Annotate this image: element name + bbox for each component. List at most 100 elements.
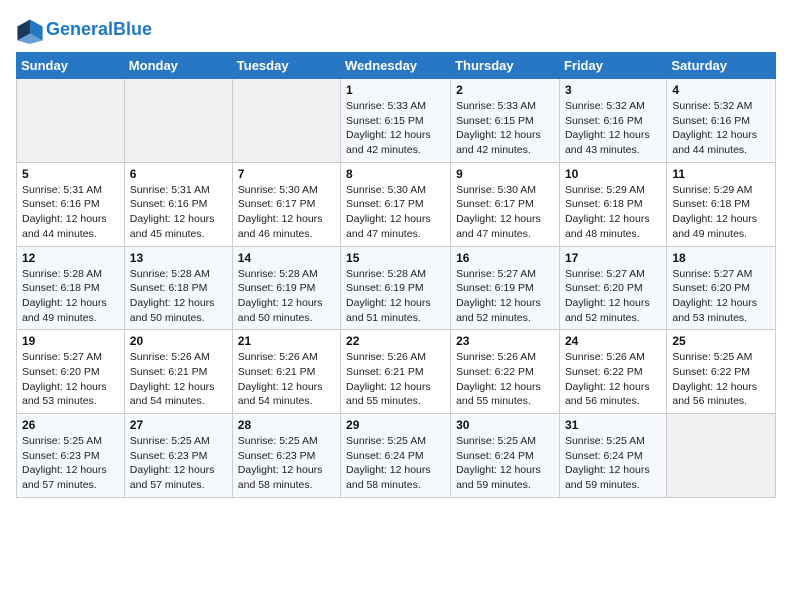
- day-number: 20: [130, 334, 227, 348]
- weekday-header: Sunday: [17, 53, 125, 79]
- calendar-week-row: 12 Sunrise: 5:28 AMSunset: 6:18 PMDayligh…: [17, 246, 776, 330]
- day-number: 17: [565, 251, 661, 265]
- day-number: 3: [565, 83, 661, 97]
- calendar-cell: 16 Sunrise: 5:27 AMSunset: 6:19 PMDayligh…: [451, 246, 560, 330]
- calendar-cell: [124, 79, 232, 163]
- day-info: Sunrise: 5:31 AMSunset: 6:16 PMDaylight:…: [22, 183, 119, 242]
- calendar-cell: 27 Sunrise: 5:25 AMSunset: 6:23 PMDayligh…: [124, 414, 232, 498]
- day-number: 31: [565, 418, 661, 432]
- day-number: 4: [672, 83, 770, 97]
- day-number: 12: [22, 251, 119, 265]
- day-info: Sunrise: 5:27 AMSunset: 6:20 PMDaylight:…: [672, 267, 770, 326]
- calendar-cell: 20 Sunrise: 5:26 AMSunset: 6:21 PMDayligh…: [124, 330, 232, 414]
- header-row: SundayMondayTuesdayWednesdayThursdayFrid…: [17, 53, 776, 79]
- calendar-cell: 21Sunrise: 5:26 AMSunset: 6:21 PMDayligh…: [232, 330, 340, 414]
- calendar-cell: 28 Sunrise: 5:25 AMSunset: 6:23 PMDayligh…: [232, 414, 340, 498]
- day-info: Sunrise: 5:33 AMSunset: 6:15 PMDaylight:…: [346, 99, 445, 158]
- day-info: Sunrise: 5:28 AMSunset: 6:18 PMDaylight:…: [22, 267, 119, 326]
- calendar-header: SundayMondayTuesdayWednesdayThursdayFrid…: [17, 53, 776, 79]
- day-number: 28: [238, 418, 335, 432]
- day-number: 15: [346, 251, 445, 265]
- calendar-cell: 4 Sunrise: 5:32 AMSunset: 6:16 PMDaylight…: [667, 79, 776, 163]
- calendar-cell: 1 Sunrise: 5:33 AMSunset: 6:15 PMDaylight…: [341, 79, 451, 163]
- day-info: Sunrise: 5:26 AMSunset: 6:22 PMDaylight:…: [456, 350, 554, 409]
- page-header: GeneralBlue: [16, 16, 776, 44]
- calendar-cell: [232, 79, 340, 163]
- day-number: 11: [672, 167, 770, 181]
- day-info: Sunrise: 5:28 AMSunset: 6:18 PMDaylight:…: [130, 267, 227, 326]
- logo-general: General: [46, 19, 113, 39]
- calendar-cell: 12 Sunrise: 5:28 AMSunset: 6:18 PMDayligh…: [17, 246, 125, 330]
- logo-text: GeneralBlue: [46, 20, 152, 40]
- day-number: 1: [346, 83, 445, 97]
- weekday-header: Friday: [559, 53, 666, 79]
- day-number: 25: [672, 334, 770, 348]
- day-number: 21: [238, 334, 335, 348]
- calendar-cell: 5 Sunrise: 5:31 AMSunset: 6:16 PMDaylight…: [17, 162, 125, 246]
- calendar-cell: 23 Sunrise: 5:26 AMSunset: 6:22 PMDayligh…: [451, 330, 560, 414]
- day-number: 2: [456, 83, 554, 97]
- day-info: Sunrise: 5:26 AMSunset: 6:22 PMDaylight:…: [565, 350, 661, 409]
- weekday-header: Monday: [124, 53, 232, 79]
- calendar-cell: 22 Sunrise: 5:26 AMSunset: 6:21 PMDayligh…: [341, 330, 451, 414]
- calendar-cell: 24 Sunrise: 5:26 AMSunset: 6:22 PMDayligh…: [559, 330, 666, 414]
- day-info: Sunrise: 5:26 AMSunset: 6:21 PMDaylight:…: [130, 350, 227, 409]
- day-number: 23: [456, 334, 554, 348]
- calendar-cell: 10 Sunrise: 5:29 AMSunset: 6:18 PMDayligh…: [559, 162, 666, 246]
- day-info: Sunrise: 5:33 AMSunset: 6:15 PMDaylight:…: [456, 99, 554, 158]
- day-info: Sunrise: 5:27 AMSunset: 6:20 PMDaylight:…: [565, 267, 661, 326]
- day-info: Sunrise: 5:32 AMSunset: 6:16 PMDaylight:…: [672, 99, 770, 158]
- calendar-cell: [667, 414, 776, 498]
- day-number: 24: [565, 334, 661, 348]
- calendar-cell: 19 Sunrise: 5:27 AMSunset: 6:20 PMDayligh…: [17, 330, 125, 414]
- day-info: Sunrise: 5:25 AMSunset: 6:23 PMDaylight:…: [238, 434, 335, 493]
- day-info: Sunrise: 5:30 AMSunset: 6:17 PMDaylight:…: [238, 183, 335, 242]
- calendar-cell: 14 Sunrise: 5:28 AMSunset: 6:19 PMDayligh…: [232, 246, 340, 330]
- calendar-cell: 25 Sunrise: 5:25 AMSunset: 6:22 PMDayligh…: [667, 330, 776, 414]
- logo-icon: [16, 16, 44, 44]
- day-number: 6: [130, 167, 227, 181]
- day-number: 16: [456, 251, 554, 265]
- logo: GeneralBlue: [16, 16, 152, 44]
- logo-blue: Blue: [113, 19, 152, 39]
- calendar-week-row: 26 Sunrise: 5:25 AMSunset: 6:23 PMDayligh…: [17, 414, 776, 498]
- day-info: Sunrise: 5:27 AMSunset: 6:20 PMDaylight:…: [22, 350, 119, 409]
- calendar-week-row: 1 Sunrise: 5:33 AMSunset: 6:15 PMDaylight…: [17, 79, 776, 163]
- calendar-table: SundayMondayTuesdayWednesdayThursdayFrid…: [16, 52, 776, 498]
- day-number: 26: [22, 418, 119, 432]
- calendar-cell: 13 Sunrise: 5:28 AMSunset: 6:18 PMDayligh…: [124, 246, 232, 330]
- weekday-header: Thursday: [451, 53, 560, 79]
- day-number: 22: [346, 334, 445, 348]
- day-info: Sunrise: 5:28 AMSunset: 6:19 PMDaylight:…: [238, 267, 335, 326]
- day-info: Sunrise: 5:31 AMSunset: 6:16 PMDaylight:…: [130, 183, 227, 242]
- calendar-cell: 30Sunrise: 5:25 AMSunset: 6:24 PMDayligh…: [451, 414, 560, 498]
- day-info: Sunrise: 5:29 AMSunset: 6:18 PMDaylight:…: [565, 183, 661, 242]
- calendar-cell: 11 Sunrise: 5:29 AMSunset: 6:18 PMDayligh…: [667, 162, 776, 246]
- day-info: Sunrise: 5:25 AMSunset: 6:23 PMDaylight:…: [130, 434, 227, 493]
- day-number: 18: [672, 251, 770, 265]
- day-number: 5: [22, 167, 119, 181]
- day-info: Sunrise: 5:27 AMSunset: 6:19 PMDaylight:…: [456, 267, 554, 326]
- day-number: 19: [22, 334, 119, 348]
- day-number: 14: [238, 251, 335, 265]
- calendar-week-row: 19 Sunrise: 5:27 AMSunset: 6:20 PMDayligh…: [17, 330, 776, 414]
- calendar-cell: 31 Sunrise: 5:25 AMSunset: 6:24 PMDayligh…: [559, 414, 666, 498]
- day-info: Sunrise: 5:29 AMSunset: 6:18 PMDaylight:…: [672, 183, 770, 242]
- day-info: Sunrise: 5:26 AMSunset: 6:21 PMDaylight:…: [346, 350, 445, 409]
- day-number: 9: [456, 167, 554, 181]
- calendar-cell: 7Sunrise: 5:30 AMSunset: 6:17 PMDaylight…: [232, 162, 340, 246]
- day-info: Sunrise: 5:30 AMSunset: 6:17 PMDaylight:…: [456, 183, 554, 242]
- day-info: Sunrise: 5:25 AMSunset: 6:22 PMDaylight:…: [672, 350, 770, 409]
- day-number: 27: [130, 418, 227, 432]
- day-info: Sunrise: 5:30 AMSunset: 6:17 PMDaylight:…: [346, 183, 445, 242]
- day-number: 10: [565, 167, 661, 181]
- day-info: Sunrise: 5:25 AMSunset: 6:24 PMDaylight:…: [565, 434, 661, 493]
- calendar-cell: 18 Sunrise: 5:27 AMSunset: 6:20 PMDayligh…: [667, 246, 776, 330]
- calendar-cell: 17 Sunrise: 5:27 AMSunset: 6:20 PMDayligh…: [559, 246, 666, 330]
- day-number: 13: [130, 251, 227, 265]
- day-info: Sunrise: 5:25 AMSunset: 6:23 PMDaylight:…: [22, 434, 119, 493]
- calendar-cell: 2 Sunrise: 5:33 AMSunset: 6:15 PMDaylight…: [451, 79, 560, 163]
- weekday-header: Tuesday: [232, 53, 340, 79]
- calendar-cell: 3Sunrise: 5:32 AMSunset: 6:16 PMDaylight…: [559, 79, 666, 163]
- weekday-header: Saturday: [667, 53, 776, 79]
